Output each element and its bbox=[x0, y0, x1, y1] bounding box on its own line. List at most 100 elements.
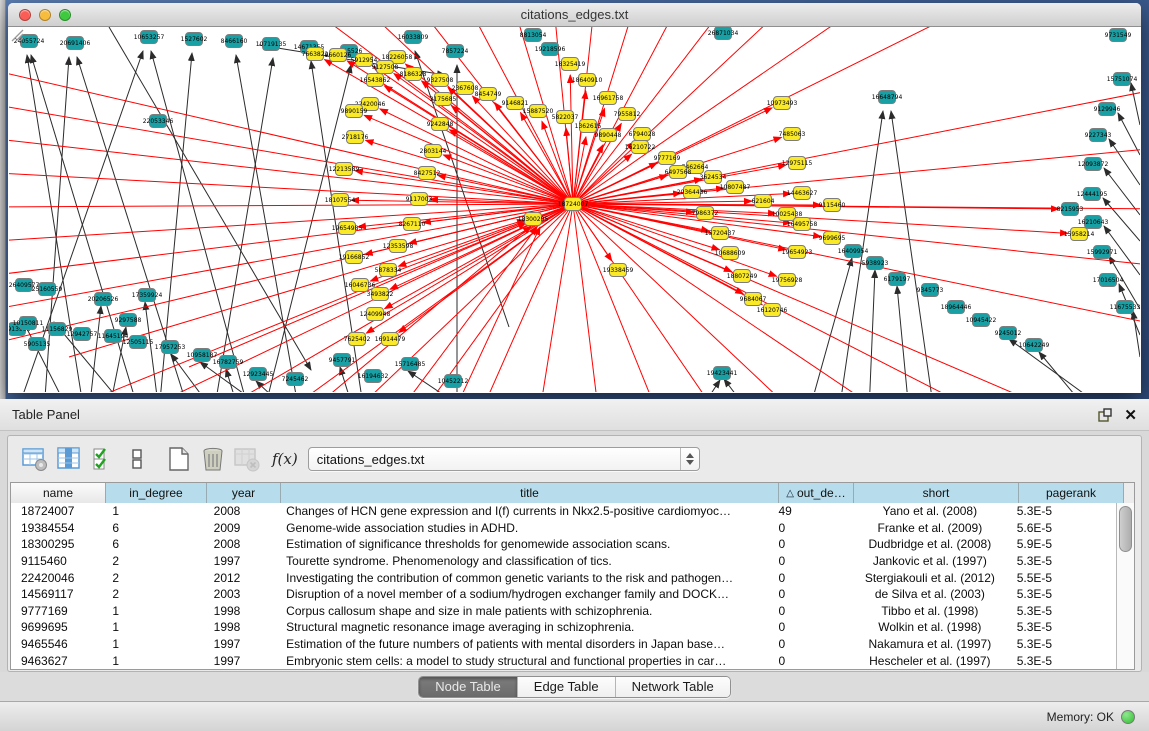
resize-grip[interactable] bbox=[9, 27, 24, 42]
graph-node[interactable]: 7857224 bbox=[442, 45, 469, 58]
graph-node[interactable]: 14463627 bbox=[787, 187, 818, 200]
graph-node[interactable]: 18107554 bbox=[325, 194, 356, 207]
graph-node[interactable]: 19423441 bbox=[707, 367, 738, 380]
graph-node[interactable]: 19218596 bbox=[535, 43, 566, 56]
graph-node[interactable]: 16120746 bbox=[757, 304, 788, 317]
column-header-year[interactable]: year bbox=[207, 483, 281, 503]
graph-node[interactable]: 8267110 bbox=[399, 218, 426, 231]
tab-edge-table[interactable]: Edge Table bbox=[518, 677, 616, 697]
graph-node[interactable]: 621604 bbox=[752, 195, 775, 208]
graph-node[interactable]: 9345773 bbox=[917, 284, 944, 297]
graph-node[interactable]: 15751074 bbox=[1107, 73, 1138, 86]
table-row[interactable]: 946362711997Embryonic stem cells: a mode… bbox=[11, 652, 1116, 669]
table-row[interactable]: 1938455462009Genome-wide association stu… bbox=[11, 520, 1116, 537]
table-row[interactable]: 969969511998Structural magnetic resonanc… bbox=[11, 619, 1116, 636]
function-builder-button[interactable]: f(x) bbox=[272, 450, 298, 468]
graph-node[interactable]: 15992971 bbox=[1087, 246, 1118, 259]
graph-node[interactable]: 9731549 bbox=[1105, 29, 1132, 42]
graph-node[interactable]: 26871034 bbox=[708, 27, 739, 40]
graph-node[interactable]: 6794028 bbox=[629, 128, 656, 141]
column-header-out-de-[interactable]: △out_de… bbox=[779, 483, 854, 503]
column-header-name[interactable]: name bbox=[11, 483, 106, 503]
tab-node-table[interactable]: Node Table bbox=[419, 677, 518, 697]
minimize-window-button[interactable] bbox=[39, 9, 51, 21]
tab-network-table[interactable]: Network Table bbox=[616, 677, 730, 697]
graph-node[interactable]: 20364436 bbox=[677, 186, 708, 199]
show-columns-button[interactable] bbox=[54, 444, 84, 474]
graph-node[interactable]: 10973493 bbox=[767, 97, 798, 110]
graph-node[interactable]: 18640910 bbox=[572, 74, 603, 87]
graph-node[interactable]: 8466160 bbox=[221, 35, 248, 48]
graph-node[interactable]: 20691406 bbox=[60, 37, 91, 50]
graph-node[interactable]: 8454749 bbox=[475, 88, 502, 101]
graph-node[interactable]: 12353598 bbox=[383, 240, 414, 253]
graph-node[interactable]: 3624534 bbox=[700, 171, 727, 184]
graph-node[interactable]: 10653257 bbox=[134, 31, 165, 44]
graph-node[interactable]: 19654985 bbox=[332, 222, 363, 235]
table-row[interactable]: 946554611997Estimation of the future num… bbox=[11, 636, 1116, 653]
graph-node[interactable]: 12975115 bbox=[782, 157, 813, 170]
graph-node[interactable]: 16648794 bbox=[872, 91, 903, 104]
scrollbar-thumb[interactable] bbox=[1119, 506, 1132, 552]
graph-node[interactable]: 9129946 bbox=[1094, 103, 1121, 116]
graph-node[interactable]: 12923445 bbox=[243, 368, 274, 381]
table-settings-button[interactable] bbox=[20, 444, 50, 474]
graph-node[interactable]: 7986372 bbox=[692, 207, 719, 220]
graph-node[interactable]: 19756928 bbox=[772, 274, 803, 287]
graph-node[interactable]: 16782759 bbox=[213, 356, 244, 369]
graph-node[interactable]: 2718176 bbox=[342, 131, 369, 144]
graph-node[interactable]: 1527602 bbox=[181, 33, 208, 46]
graph-node[interactable]: 16409954 bbox=[838, 245, 869, 258]
graph-node[interactable]: 15958214 bbox=[1064, 228, 1095, 241]
graph-node[interactable]: 18964446 bbox=[941, 301, 972, 314]
graph-node[interactable]: 7245462 bbox=[282, 373, 309, 386]
close-panel-icon[interactable]: ✕ bbox=[1124, 408, 1137, 423]
table-scrollbar[interactable] bbox=[1116, 503, 1134, 669]
table-row[interactable]: 1872400712008Changes of HCN gene express… bbox=[11, 503, 1116, 520]
graph-node[interactable]: 5822037 bbox=[552, 111, 579, 124]
table-row[interactable]: 911546021997Tourette syndrome. Phenomeno… bbox=[11, 553, 1116, 570]
graph-node[interactable]: 17957253 bbox=[155, 341, 186, 354]
graph-node[interactable]: 10688609 bbox=[715, 247, 746, 260]
float-panel-icon[interactable] bbox=[1098, 408, 1112, 422]
graph-node[interactable]: 16961758 bbox=[593, 92, 624, 105]
graph-node[interactable]: 5938923 bbox=[862, 257, 889, 270]
graph-node[interactable]: 12213589 bbox=[329, 163, 360, 176]
graph-node[interactable]: 5905135 bbox=[24, 338, 51, 351]
graph-node[interactable]: 20206526 bbox=[88, 293, 119, 306]
graph-node[interactable]: 9297588 bbox=[115, 314, 142, 327]
graph-node[interactable]: 7625402 bbox=[344, 333, 371, 346]
graph-node[interactable]: 9117003 bbox=[406, 193, 433, 206]
graph-node[interactable]: 8215953 bbox=[1057, 203, 1084, 216]
new-table-button[interactable] bbox=[164, 444, 194, 474]
graph-node[interactable]: 6179197 bbox=[884, 273, 911, 286]
column-header-short[interactable]: short bbox=[854, 483, 1019, 503]
graph-node[interactable]: 16033809 bbox=[398, 31, 429, 44]
graph-node[interactable]: 10945422 bbox=[966, 314, 997, 327]
graph-node[interactable]: 9115460 bbox=[819, 199, 846, 212]
graph-node[interactable]: 5878334 bbox=[375, 264, 402, 277]
graph-node[interactable]: 19166852 bbox=[339, 251, 370, 264]
graph-node[interactable]: 10807487 bbox=[720, 181, 751, 194]
graph-node[interactable]: 2803144 bbox=[420, 145, 447, 158]
table-row[interactable]: 1456911722003Disruption of a novel membe… bbox=[11, 586, 1116, 603]
graph-node[interactable]: 9227343 bbox=[1085, 129, 1112, 142]
delete-attribute-button[interactable] bbox=[198, 444, 228, 474]
graph-node[interactable]: 19338459 bbox=[603, 264, 634, 277]
graph-node[interactable]: 19654923 bbox=[782, 246, 813, 259]
column-header-in-degree[interactable]: in_degree bbox=[106, 483, 207, 503]
graph-node[interactable]: 12409948 bbox=[360, 308, 391, 321]
close-window-button[interactable] bbox=[19, 9, 31, 21]
graph-node[interactable]: 9699695 bbox=[819, 232, 846, 245]
graph-node[interactable]: 11675533 bbox=[1110, 301, 1140, 314]
zoom-window-button[interactable] bbox=[59, 9, 71, 21]
graph-node[interactable]: 17359924 bbox=[132, 289, 163, 302]
graph-node[interactable]: 9245012 bbox=[995, 327, 1022, 340]
graph-node[interactable]: 16194632 bbox=[358, 370, 389, 383]
table-row[interactable]: 2242004622012Investigating the contribut… bbox=[11, 569, 1116, 586]
graph-node[interactable]: 7485063 bbox=[779, 128, 806, 141]
select-attributes-button[interactable] bbox=[88, 444, 118, 474]
network-canvas[interactable]: 2405572420691406106532571527602846616010… bbox=[9, 27, 1140, 392]
table-row[interactable]: 1830029562008Estimation of significance … bbox=[11, 536, 1116, 553]
table-row[interactable]: 977716911998Corpus callosum shape and si… bbox=[11, 603, 1116, 620]
